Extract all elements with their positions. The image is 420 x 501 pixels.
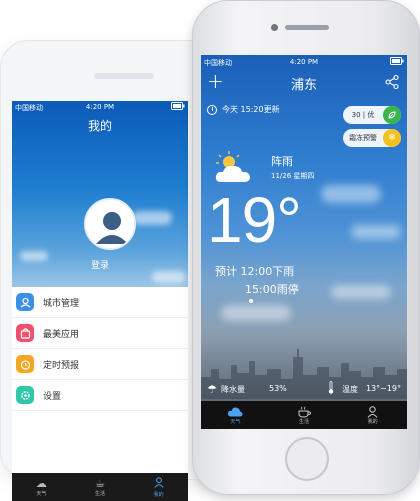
thermometer-icon	[328, 381, 334, 397]
tab-label: 生活	[95, 490, 106, 497]
share-icon[interactable]	[385, 75, 399, 89]
menu-item-scheduled-forecast[interactable]: 定时预报	[12, 349, 188, 380]
cloud-decoration	[351, 225, 401, 239]
tab-life[interactable]: ☕ 生活	[71, 473, 130, 501]
battery-icon	[171, 102, 185, 112]
city-title: 浦东	[290, 78, 317, 93]
cloud-decoration	[152, 271, 186, 283]
page-title: 我的	[87, 119, 112, 133]
page-indicator-dot	[249, 299, 253, 303]
speaker-grille	[285, 25, 329, 30]
weather-screen: 中国移动 4:20 PM + 浦东 今天 15:20更新 30 | 优 霜冻预警…	[201, 55, 407, 429]
camera-lens	[271, 24, 278, 31]
weather-condition: 阵雨	[271, 155, 293, 168]
cloud-decoration	[331, 285, 391, 299]
warning-label: 霜冻预警	[349, 134, 377, 142]
tab-label: 生活	[299, 419, 310, 425]
cloud-decoration	[221, 305, 291, 321]
weather-stats-bar: ☂ 降水量 53% 温度 13°~19°	[201, 381, 407, 399]
tab-life[interactable]: 生活	[270, 401, 339, 429]
aqi-value: 30 | 优	[351, 111, 375, 119]
status-time: 4:20 PM	[289, 58, 319, 66]
tab-mine[interactable]: 我的	[129, 473, 188, 501]
alarm-icon	[16, 355, 34, 373]
weather-warning-badge[interactable]: 霜冻预警 ❄	[343, 129, 401, 147]
menu-item-city-management[interactable]: 城市管理	[12, 287, 188, 318]
front-phone-frame: 中国移动 4:20 PM + 浦东 今天 15:20更新 30 | 优 霜冻预警…	[192, 0, 420, 495]
menu-item-best-apps[interactable]: 最美应用	[12, 318, 188, 349]
current-temperature: 19°	[207, 184, 302, 256]
air-quality-badge[interactable]: 30 | 优	[343, 106, 401, 124]
menu-item-label: 城市管理	[43, 298, 80, 309]
temperature-label: 温度	[342, 385, 358, 394]
profile-screen: 中国移动 4:20 PM 我的 登录 城市管理 最美应用 定时预报 设置 ☁ 天…	[12, 101, 188, 501]
gear-icon	[16, 386, 34, 404]
update-time-label: 今天 15:20更新	[222, 105, 280, 114]
cloud-decoration	[132, 211, 172, 225]
precipitation-value: 53%	[269, 384, 287, 393]
forecast-rain-start: 预计 12:00下雨	[215, 265, 295, 278]
leaf-icon	[383, 106, 401, 124]
person-icon	[367, 405, 378, 418]
coffee-icon	[298, 405, 311, 418]
home-button[interactable]	[285, 437, 329, 481]
weather-date: 11/26 星期四	[271, 172, 315, 180]
temperature-range: 13°~19°	[365, 384, 401, 393]
tab-bar: ☁ 天气 ☕ 生活 我的	[12, 473, 188, 501]
battery-icon	[390, 57, 404, 67]
person-icon	[154, 476, 164, 491]
umbrella-icon: ☂	[207, 383, 217, 396]
tab-mine[interactable]: 我的	[338, 401, 407, 429]
tab-label: 我的	[367, 419, 378, 425]
tab-label: 天气	[36, 490, 47, 497]
forecast-rain-stop: 15:00雨停	[245, 283, 299, 296]
clock-icon	[207, 104, 217, 115]
tab-label: 我的	[153, 491, 164, 498]
cloud-icon	[227, 405, 243, 418]
speaker-grille	[94, 73, 154, 79]
settings-menu: 城市管理 最美应用 定时预报 设置	[12, 287, 188, 411]
tab-weather[interactable]: 天气	[201, 401, 270, 429]
coffee-icon: ☕	[95, 476, 105, 490]
menu-item-label: 定时预报	[43, 360, 80, 371]
menu-item-label: 最美应用	[43, 329, 80, 340]
navigation-bar: + 浦东	[201, 69, 407, 95]
cloud-icon: ☁	[35, 476, 47, 490]
tab-bar: 天气 生活 我的	[201, 401, 407, 429]
tab-label: 天气	[230, 419, 241, 425]
cloud-decoration	[321, 185, 381, 203]
update-time: 今天 15:20更新	[207, 104, 280, 115]
tab-weather[interactable]: ☁ 天气	[12, 473, 71, 501]
login-link[interactable]: 登录	[12, 258, 188, 271]
status-bar: 中国移动 4:20 PM	[201, 55, 407, 69]
menu-item-settings[interactable]: 设置	[12, 380, 188, 411]
avatar[interactable]	[84, 198, 136, 250]
frost-icon: ❄	[383, 129, 401, 147]
status-time: 4:20 PM	[85, 103, 115, 111]
gift-icon	[16, 324, 34, 342]
sun-cloud-icon	[215, 151, 250, 182]
menu-item-label: 设置	[43, 391, 62, 402]
precipitation-label: 降水量	[221, 385, 245, 394]
city-icon	[16, 293, 34, 311]
status-bar: 中国移动 4:20 PM	[12, 101, 188, 115]
